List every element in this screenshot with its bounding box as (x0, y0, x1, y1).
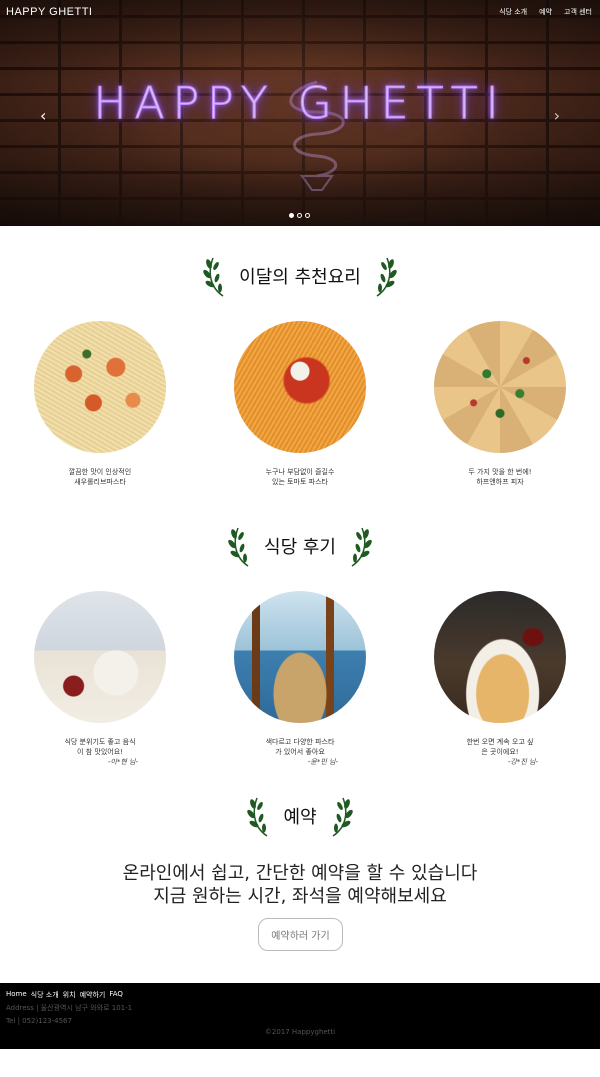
nav-reservation[interactable]: 예약 (539, 7, 552, 17)
list-item[interactable]: 누구나 부담없이 즐길수 있는 토마토 파스타 (200, 321, 400, 487)
footer-link-location[interactable]: 위치 (63, 990, 76, 1000)
laurel-left-icon (203, 257, 224, 297)
reserve-button[interactable]: 예약하러 가기 (258, 918, 343, 951)
reservation-text: 온라인에서 쉽고, 간단한 예약을 할 수 있습니다 지금 원하는 시간, 좌석… (122, 863, 478, 907)
hero-carousel: HAPPY GHETTI 식당 소개 예약 고객 센터 HAPPY GHETTI… (0, 0, 600, 226)
laurel-left-icon (247, 797, 268, 837)
wine-pasta-image (434, 591, 566, 723)
laurel-right-icon (332, 797, 353, 837)
item-caption: 색다르고 다양한 파스타 가 있어서 좋아요 -윤*민 님- (200, 737, 400, 767)
list-item[interactable]: 색다르고 다양한 파스타 가 있어서 좋아요 -윤*민 님- (200, 591, 400, 767)
item-caption: 깔끔한 맛이 인상적인 새우롤리브파스타 (68, 468, 132, 486)
footer-link-reservation[interactable]: 예약하기 (80, 990, 106, 1000)
nav-customer-center[interactable]: 고객 센터 (564, 7, 592, 17)
reviews-title: 식당 후기 (264, 537, 336, 558)
laurel-right-icon (376, 257, 397, 297)
item-caption: 한번 오면 계속 오고 싶 은 곳이에요! -강*진 님- (400, 737, 600, 767)
review-author: -윤*민 님- (307, 758, 338, 766)
review-author: -강*진 님- (507, 758, 538, 766)
footer-link-about[interactable]: 식당 소개 (31, 990, 59, 1000)
footer-address: Address | 울산광역시 남구 와와로 101-1 (6, 1004, 133, 1012)
footer-link-faq[interactable]: FAQ (109, 990, 123, 1000)
footer: Home 식당 소개 위치 예약하기 FAQ Address | 울산광역시 남… (0, 983, 600, 1049)
hero-neon-title: HAPPY GHETTI (93, 78, 507, 130)
item-caption: 두 가지 맛을 한 번에! 하프앤하프 피자 (468, 468, 532, 486)
reservation-heading: 예약 (0, 794, 600, 838)
item-caption: 식당 분위기도 좋고 음식 이 참 맛있어요! -이*현 님- (0, 737, 200, 767)
recommend-title: 이달의 추천요리 (239, 267, 361, 288)
shrimp-pasta-image (34, 321, 166, 453)
list-item[interactable]: 한번 오면 계속 오고 싶 은 곳이에요! -강*진 님- (400, 591, 600, 767)
recommend-heading: 이달의 추천요리 (0, 254, 600, 298)
half-pizza-image (434, 321, 566, 453)
laurel-left-icon (228, 527, 249, 567)
carousel-dot[interactable] (297, 213, 302, 218)
list-item[interactable]: 두 가지 맛을 한 번에! 하프앤하프 피자 (400, 321, 600, 487)
reservation-title: 예약 (283, 807, 317, 828)
carousel-indicators (289, 213, 310, 218)
footer-link-home[interactable]: Home (6, 990, 27, 1000)
carousel-dot[interactable] (305, 213, 310, 218)
brand-logo[interactable]: HAPPY GHETTI (6, 6, 92, 18)
item-caption: 누구나 부담없이 즐길수 있는 토마토 파스타 (265, 468, 335, 486)
carousel-prev-icon[interactable]: ‹ (40, 106, 46, 125)
footer-tel: Tel | 052)123-4567 (6, 1017, 72, 1025)
footer-nav: Home 식당 소개 위치 예약하기 FAQ (6, 990, 123, 1000)
list-item[interactable]: 깔끔한 맛이 인상적인 새우롤리브파스타 (0, 321, 200, 487)
top-nav: 식당 소개 예약 고객 센터 (499, 7, 592, 17)
footer-copyright: ©2017 Happyghetti (264, 1028, 336, 1036)
carousel-next-icon[interactable]: › (554, 106, 560, 125)
tomato-pasta-image (234, 321, 366, 453)
reviews-heading: 식당 후기 (0, 524, 600, 568)
review-author: -이*현 님- (107, 758, 138, 766)
carousel-dot[interactable] (289, 213, 294, 218)
nav-about[interactable]: 식당 소개 (499, 7, 527, 17)
restaurant-table-image (34, 591, 166, 723)
list-item[interactable]: 식당 분위기도 좋고 음식 이 참 맛있어요! -이*현 님- (0, 591, 200, 767)
laurel-right-icon (351, 527, 372, 567)
beer-table-image (234, 591, 366, 723)
